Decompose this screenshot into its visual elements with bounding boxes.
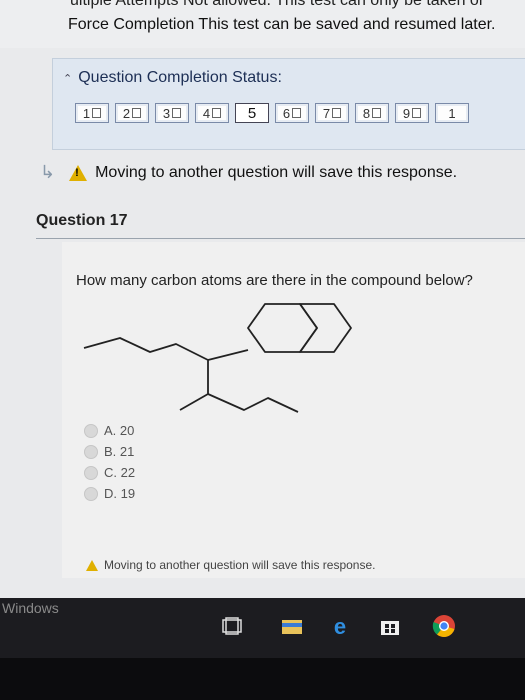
question-button-2[interactable]: 2 [115, 103, 149, 123]
saved-icon [332, 108, 342, 118]
question-button-1[interactable]: 1 [75, 103, 109, 123]
question-button-9[interactable]: 9 [395, 103, 429, 123]
taskbar: Windows e [0, 598, 525, 658]
file-explorer-icon[interactable] [280, 614, 304, 638]
question-nav: 1 2 3 4 5 6 7 8 9 1 [75, 103, 469, 123]
answer-radio[interactable] [84, 444, 98, 459]
answer-options: A. 20 B. 21 C. 22 D. 19 [84, 420, 135, 504]
ring-bond [207, 349, 249, 361]
answer-option[interactable]: D. 19 [84, 483, 135, 504]
question-completion-status: ⌃ Question Completion Status: 1 2 3 4 5 6 7 8 9 1 [52, 58, 525, 150]
collapse-icon[interactable]: ⌃ [63, 73, 72, 85]
task-view-icon[interactable] [220, 614, 244, 638]
question-button-3[interactable]: 3 [155, 103, 189, 123]
answer-label: D. 19 [104, 486, 136, 501]
ring-right [299, 303, 352, 353]
question-button-label: 9 [402, 105, 411, 121]
answer-radio[interactable] [84, 423, 98, 438]
monitor-bezel [0, 658, 525, 700]
saved-icon [132, 108, 142, 118]
saved-icon [292, 108, 302, 118]
chrome-icon[interactable] [432, 614, 456, 638]
answer-radio[interactable] [84, 465, 98, 480]
question-button-label: 5 [247, 104, 257, 122]
question-button-label: 6 [282, 105, 291, 121]
footer-warning: Moving to another question will save thi… [86, 558, 375, 572]
answer-radio[interactable] [84, 486, 98, 501]
question-button-label: 3 [162, 105, 171, 121]
saved-icon [212, 108, 222, 118]
question-button-10[interactable]: 1 [435, 103, 469, 123]
question-title: Question 17 [36, 212, 128, 229]
arrow-icon: ↳ [40, 162, 56, 182]
skeletal-structure-image [83, 303, 352, 413]
svg-text:e: e [334, 614, 346, 638]
question-button-8[interactable]: 8 [355, 103, 389, 123]
saved-icon [412, 108, 422, 118]
question-button-label: 4 [202, 105, 211, 121]
warning-text: Moving to another question will save thi… [95, 163, 458, 181]
force-completion-info: Force Completion This test can be saved … [68, 16, 496, 33]
answer-option[interactable]: C. 22 [84, 462, 135, 483]
answer-option[interactable]: B. 21 [84, 441, 135, 462]
side-chain [207, 393, 299, 413]
question-button-label: 7 [322, 105, 331, 121]
store-icon[interactable] [378, 614, 402, 638]
warning-icon [86, 559, 98, 571]
question-button-label: 1 [82, 105, 91, 121]
save-warning: ↳ Moving to another question will save t… [40, 162, 457, 183]
test-info-strip: ultiple Attempts Not allowed. This test … [0, 0, 525, 48]
question-button-7[interactable]: 7 [315, 103, 349, 123]
saved-icon [92, 108, 102, 118]
footer-warning-text: Moving to another question will save thi… [104, 558, 376, 572]
saved-icon [172, 108, 182, 118]
ring-left [247, 303, 318, 353]
warning-icon [69, 164, 88, 181]
windows-label: Windows [2, 600, 59, 616]
saved-icon [372, 108, 382, 118]
question-header: Question 17 [36, 212, 525, 239]
question-button-label: 8 [362, 105, 371, 121]
status-title[interactable]: ⌃ Question Completion Status: [63, 69, 282, 87]
question-button-6[interactable]: 6 [275, 103, 309, 123]
answer-label: C. 22 [104, 465, 136, 480]
main-chain [83, 337, 209, 411]
answer-label: B. 21 [104, 444, 135, 459]
question-button-5[interactable]: 5 [235, 103, 269, 123]
question-button-4[interactable]: 4 [195, 103, 229, 123]
answer-label: A. 20 [104, 423, 135, 438]
edge-icon[interactable]: e [328, 614, 352, 638]
question-text: How many carbon atoms are there in the c… [76, 272, 473, 289]
answer-option[interactable]: A. 20 [84, 420, 135, 441]
attempts-info: ultiple Attempts Not allowed. This test … [70, 0, 485, 9]
question-button-label: 2 [122, 105, 131, 121]
question-button-label: 1 [448, 105, 456, 121]
